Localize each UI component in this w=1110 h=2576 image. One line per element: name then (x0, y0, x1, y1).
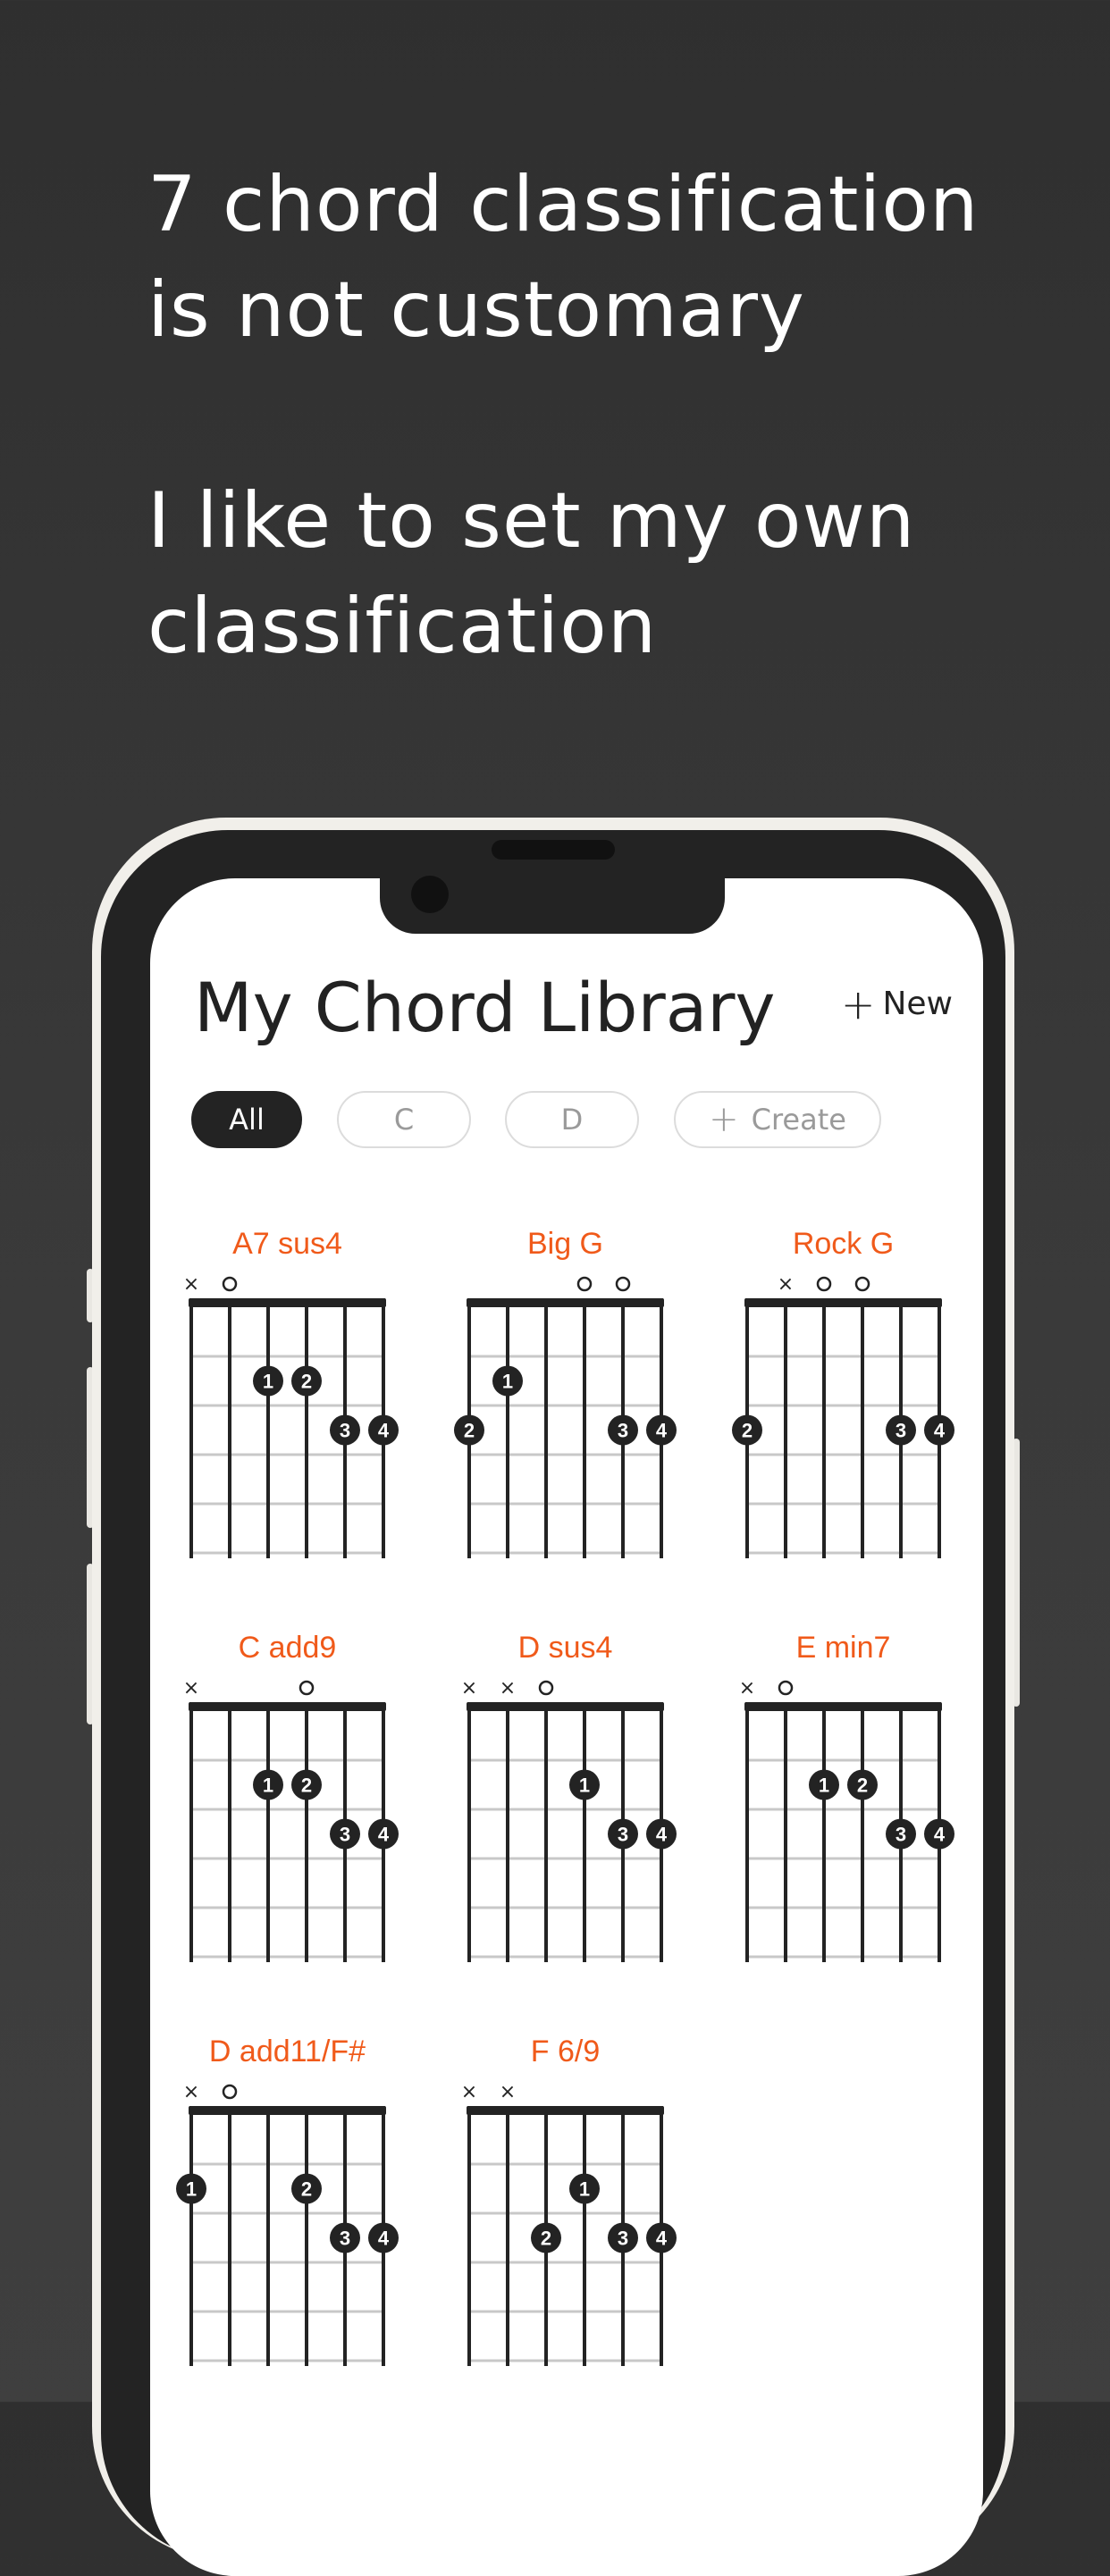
chord-card[interactable]: Big G 1 2 3 4 (454, 1227, 677, 1558)
finger-number: 1 (579, 1775, 590, 1797)
finger-number: 3 (618, 1824, 628, 1846)
chord-name: C add9 (239, 1631, 337, 1665)
chord-card[interactable]: Rock G × 2 3 4 (732, 1227, 954, 1558)
finger-number: 4 (934, 1420, 946, 1442)
headline-spacer (147, 363, 1041, 468)
phone-frame: My Chord Library + New All C D + Create (92, 818, 1014, 2576)
headline-line-2: is not customary (147, 265, 805, 355)
finger-number: 3 (896, 1420, 906, 1442)
chord-card[interactable]: F 6/9 × × 1 2 3 4 (461, 2035, 677, 2366)
finger-number: 1 (186, 2178, 197, 2201)
nut (189, 1702, 386, 1711)
headline-line-1: 7 chord classification (147, 160, 980, 249)
open-string-marker (778, 1680, 794, 1696)
phone-screen: My Chord Library + New All C D + Create (150, 878, 983, 2576)
finger-number: 2 (857, 1775, 868, 1797)
finger-number: 3 (618, 1420, 628, 1442)
finger-number: 3 (340, 1420, 350, 1442)
open-string-marker (538, 1680, 554, 1696)
nut (467, 1702, 664, 1711)
finger-number: 2 (541, 2228, 551, 2250)
chord-grid: A7 sus4 × 1 2 3 4 Big G 1 2 3 4 Rock G × 2 3 4 C add9 × 1 2… (176, 1227, 954, 2366)
open-string-marker (615, 1276, 631, 1292)
nut (467, 2106, 664, 2115)
headline: 7 chord classification is not customary … (147, 152, 1041, 679)
chord-name: D add11/F# (209, 2035, 366, 2068)
finger-number: 1 (579, 2178, 590, 2201)
headline-line-3: I like to set my own (147, 476, 916, 566)
chord-name: F 6/9 (531, 2035, 600, 2068)
finger-number: 2 (742, 1420, 753, 1442)
open-string-marker (299, 1680, 315, 1696)
muted-string-marker: × (778, 1273, 794, 1296)
finger-number: 3 (340, 1824, 350, 1846)
finger-number: 1 (502, 1371, 513, 1393)
finger-number: 2 (301, 2178, 312, 2201)
nut (189, 2106, 386, 2115)
finger-number: 4 (378, 1420, 390, 1442)
muted-string-marker: × (183, 1677, 199, 1699)
finger-number: 4 (934, 1824, 946, 1846)
finger-number: 4 (656, 1824, 668, 1846)
finger-number: 4 (378, 2228, 390, 2250)
phone-speaker (492, 840, 615, 860)
finger-number: 3 (896, 1824, 906, 1846)
finger-number: 4 (378, 1824, 390, 1846)
chord-name: Big G (527, 1227, 603, 1261)
finger-number: 3 (340, 2228, 350, 2250)
nut (744, 1298, 942, 1307)
muted-string-marker: × (461, 2081, 477, 2103)
chord-card[interactable]: D add11/F# × 1 2 3 4 (176, 2035, 399, 2366)
headline-line-4: classification (147, 582, 658, 671)
finger-number: 2 (301, 1371, 312, 1393)
open-string-marker (222, 1276, 238, 1292)
finger-number: 2 (301, 1775, 312, 1797)
nut (189, 1298, 386, 1307)
open-string-marker (222, 2084, 238, 2100)
finger-number: 1 (819, 1775, 829, 1797)
finger-number: 2 (464, 1420, 475, 1442)
chord-name: Rock G (793, 1227, 894, 1261)
chord-name: D sus4 (518, 1631, 613, 1665)
open-string-marker (816, 1276, 832, 1292)
muted-string-marker: × (183, 2081, 199, 2103)
nut (744, 1702, 942, 1711)
chord-card[interactable]: D sus4× ×13 4 (461, 1631, 677, 1962)
muted-string-marker: × (461, 1677, 477, 1699)
chord-name: A7 sus4 (232, 1227, 342, 1261)
finger-number: 1 (263, 1371, 273, 1393)
chord-card[interactable]: E min7 × 1 2 3 4 (739, 1631, 954, 1962)
nut (467, 1298, 664, 1307)
finger-number: 4 (656, 2228, 668, 2250)
phone-bezel: My Chord Library + New All C D + Create (101, 830, 1005, 2576)
muted-string-marker: × (183, 1273, 199, 1296)
open-string-marker (854, 1276, 870, 1292)
front-camera (411, 876, 449, 913)
chord-card[interactable]: C add9 × 1 2 3 4 (183, 1631, 399, 1962)
finger-number: 1 (263, 1775, 273, 1797)
finger-number: 4 (656, 1420, 668, 1442)
muted-string-marker: × (500, 2081, 516, 2103)
open-string-marker (576, 1276, 593, 1292)
muted-string-marker: × (500, 1677, 516, 1699)
muted-string-marker: × (739, 1677, 755, 1699)
finger-number: 3 (618, 2228, 628, 2250)
chord-name: E min7 (796, 1631, 891, 1665)
chord-card[interactable]: A7 sus4 × 1 2 3 4 (183, 1227, 399, 1558)
